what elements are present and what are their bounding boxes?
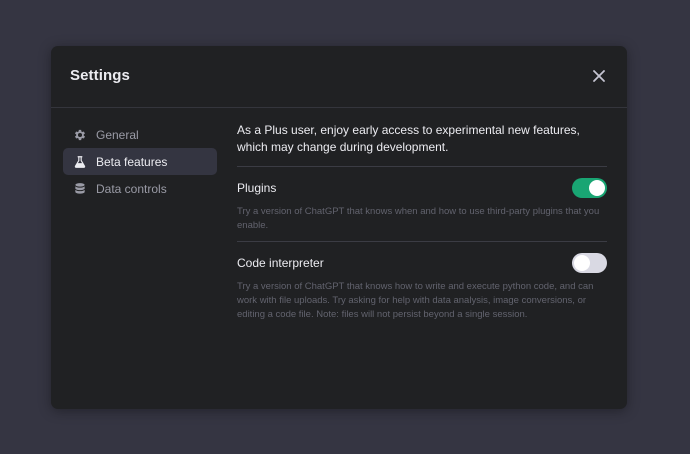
feature-name: Plugins: [237, 181, 277, 195]
feature-name: Code interpreter: [237, 256, 324, 270]
sidebar-item-general[interactable]: General: [63, 121, 217, 148]
sidebar-item-label: General: [96, 127, 139, 142]
plugins-toggle[interactable]: [572, 178, 607, 198]
sidebar-item-beta-features[interactable]: Beta features: [63, 148, 217, 175]
feature-plugins: Plugins Try a version of ChatGPT that kn…: [237, 167, 607, 242]
modal-header: Settings: [51, 46, 627, 108]
toggle-knob: [574, 255, 590, 271]
close-icon: [593, 70, 605, 82]
toggle-knob: [589, 180, 605, 196]
feature-description: Try a version of ChatGPT that knows how …: [237, 281, 594, 320]
feature-code-interpreter: Code interpreter Try a version of ChatGP…: [237, 242, 607, 330]
gear-icon: [72, 127, 87, 142]
close-button[interactable]: [590, 67, 608, 85]
flask-icon: [72, 154, 87, 169]
feature-description: Try a version of ChatGPT that knows when…: [237, 206, 600, 231]
database-icon: [72, 181, 87, 196]
sidebar-item-label: Data controls: [96, 181, 167, 196]
sidebar-item-label: Beta features: [96, 154, 168, 169]
settings-sidebar: General Beta features Data controls: [63, 121, 217, 202]
settings-modal: Settings General Beta features Data cont…: [51, 46, 627, 409]
intro-text: As a Plus user, enjoy early access to ex…: [237, 122, 607, 167]
code-interpreter-toggle[interactable]: [572, 253, 607, 273]
beta-features-panel: As a Plus user, enjoy early access to ex…: [237, 122, 607, 330]
modal-title: Settings: [70, 67, 130, 84]
sidebar-item-data-controls[interactable]: Data controls: [63, 175, 217, 202]
